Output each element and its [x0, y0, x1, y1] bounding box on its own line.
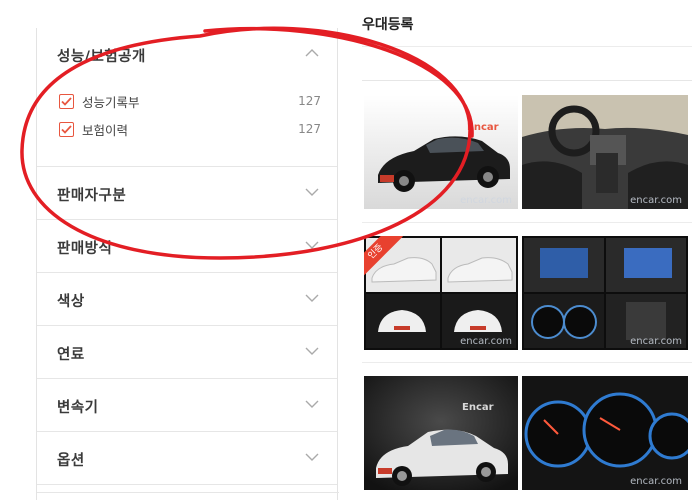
watermark: encar.com — [460, 195, 512, 206]
divider — [362, 46, 692, 47]
filter-section-transmission[interactable]: 변속기 — [37, 379, 337, 432]
checkbox-checked-icon[interactable] — [59, 121, 74, 137]
divider — [362, 362, 692, 363]
filter-section-fuel[interactable]: 연료 — [37, 326, 337, 379]
chevron-down-icon[interactable] — [305, 399, 319, 409]
encar-logo: Encar — [467, 122, 499, 133]
watermark: encar.com — [630, 336, 682, 347]
filter-section-title: 연료 — [57, 347, 85, 363]
filter-section-title[interactable]: 성능/보험공개 — [57, 45, 146, 66]
filter-section-sale-method[interactable]: 판매방식 — [37, 220, 337, 273]
chevron-down-icon[interactable] — [305, 240, 319, 250]
listing-photo-interior[interactable]: encar.com — [522, 95, 688, 209]
content-section-title: 우대등록 — [362, 17, 414, 33]
option-count: 127 — [298, 122, 321, 136]
filter-section-title: 판매방식 — [57, 241, 113, 257]
listing-photo-exterior-grid[interactable]: 인증 encar.com — [364, 236, 518, 350]
filter-option-performance-record[interactable]: 성능기록부 127 — [59, 92, 341, 110]
filter-section-seller-type[interactable]: 판매자구분 — [37, 167, 337, 220]
watermark: encar.com — [630, 195, 682, 206]
filter-section-title: 판매자구분 — [57, 188, 127, 204]
watermark: encar.com — [630, 476, 682, 487]
watermark: encar.com — [460, 336, 512, 347]
chevron-down-icon[interactable] — [305, 452, 319, 462]
filter-option-insurance-history[interactable]: 보험이력 127 — [59, 120, 341, 138]
option-count: 127 — [298, 94, 321, 108]
chevron-down-icon[interactable] — [305, 346, 319, 356]
filter-section-title: 변속기 — [57, 400, 99, 416]
option-label: 성능기록부 — [82, 94, 140, 110]
chevron-down-icon[interactable] — [305, 187, 319, 197]
filter-section-title: 색상 — [57, 294, 85, 310]
chevron-down-icon[interactable] — [305, 293, 319, 303]
listing-photo-dashboard[interactable]: encar.com — [522, 376, 688, 490]
filter-panel: 성능/보험공개 성능기록부 127 보험이력 127 판매자구분 판매방식 색상… — [36, 28, 339, 500]
chevron-up-icon[interactable] — [305, 48, 319, 58]
listing-photo-interior-grid[interactable]: encar.com — [522, 236, 688, 350]
option-label: 보험이력 — [82, 122, 129, 138]
filter-section-title: 옵션 — [57, 453, 85, 469]
filter-section-color[interactable]: 색상 — [37, 273, 337, 326]
filter-section-options[interactable]: 옵션 — [37, 432, 337, 485]
filter-section-next-divider — [37, 492, 339, 500]
encar-logo: Encar — [462, 402, 494, 413]
checkbox-checked-icon[interactable] — [59, 93, 74, 109]
filter-section-performance-insurance: 성능/보험공개 성능기록부 127 보험이력 127 — [37, 28, 337, 167]
divider — [362, 222, 692, 223]
divider — [362, 80, 692, 81]
listing-photo-exterior[interactable]: Encar encar.com — [364, 95, 518, 209]
listing-photo-exterior[interactable]: Encar — [364, 376, 518, 490]
